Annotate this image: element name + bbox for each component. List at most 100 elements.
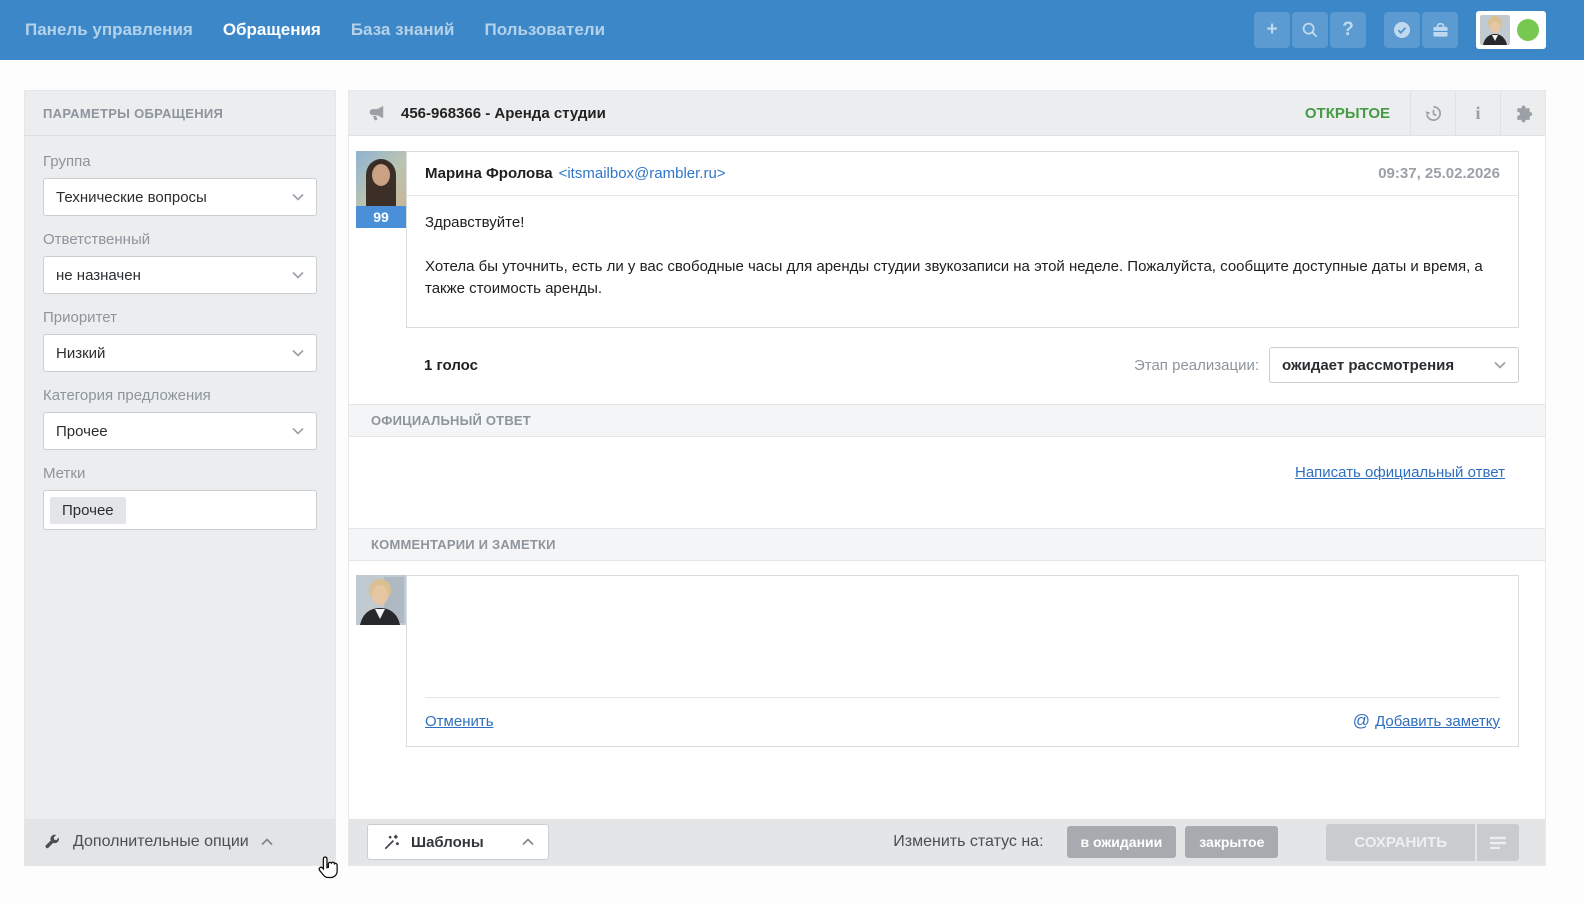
chevron-down-icon <box>292 349 304 357</box>
online-status-dot <box>1517 19 1539 41</box>
additional-options-toggle[interactable]: Дополнительные опции <box>25 819 335 865</box>
chevron-down-icon <box>1494 361 1506 369</box>
at-icon: @ <box>1353 711 1370 731</box>
user-menu[interactable] <box>1476 11 1546 49</box>
content-area: ПАРАМЕТРЫ ОБРАЩЕНИЯ Группа Технические в… <box>0 60 1584 866</box>
ticket-body: 99 Марина Фролова <itsmailbox@rambler.ru… <box>349 136 1545 819</box>
info-icon: i <box>1475 103 1480 124</box>
priority-value: Низкий <box>56 345 105 362</box>
hamburger-icon <box>1489 835 1507 849</box>
add-button[interactable]: + <box>1254 12 1290 48</box>
customer-avatar-block: 99 <box>356 151 406 328</box>
agent-avatar <box>356 575 406 625</box>
sidebar-title: ПАРАМЕТРЫ ОБРАЩЕНИЯ <box>25 91 335 136</box>
group-value: Технические вопросы <box>56 189 207 206</box>
additional-options-label: Дополнительные опции <box>73 833 249 851</box>
chevron-up-icon <box>261 838 273 846</box>
search-button[interactable] <box>1292 12 1328 48</box>
priority-label: Приоритет <box>43 309 317 326</box>
message-card: Марина Фролова <itsmailbox@rambler.ru> 0… <box>406 151 1519 328</box>
comment-textarea[interactable] <box>407 576 1518 697</box>
templates-button[interactable]: Шаблоны <box>367 824 549 860</box>
history-button[interactable] <box>1410 91 1455 135</box>
tags-input[interactable]: Прочее <box>43 490 317 530</box>
ticket-count-badge: 99 <box>356 206 406 228</box>
votes-row: 1 голос Этап реализации: ожидает рассмот… <box>349 328 1545 383</box>
comment-editor-card: Отменить @ Добавить заметку <box>406 575 1519 747</box>
message-author-email[interactable]: <itsmailbox@rambler.ru> <box>559 165 726 182</box>
integrations-button[interactable] <box>1500 91 1545 135</box>
category-value: Прочее <box>56 423 108 440</box>
message-text: Хотела бы уточнить, есть ли у вас свобод… <box>425 256 1500 300</box>
approvals-button[interactable] <box>1384 12 1420 48</box>
tags-label: Метки <box>43 465 317 482</box>
save-button-group: СОХРАНИТЬ <box>1326 824 1519 861</box>
topbar-actions: + ? <box>1252 11 1546 49</box>
ticket-parameters-sidebar: ПАРАМЕТРЫ ОБРАЩЕНИЯ Группа Технические в… <box>24 90 336 866</box>
magic-wand-icon <box>382 833 401 852</box>
stage-select[interactable]: ожидает рассмотрения <box>1269 347 1519 383</box>
puzzle-icon <box>1514 104 1533 123</box>
message-author: Марина Фролова <box>425 165 553 182</box>
official-answer-area: Написать официальный ответ <box>349 437 1545 507</box>
ticket-header-actions: ОТКРЫТОЕ i <box>1305 91 1545 135</box>
change-status-label: Изменить статус на: <box>893 833 1043 851</box>
priority-select[interactable]: Низкий <box>43 334 317 372</box>
nav-dashboard[interactable]: Панель управления <box>25 20 193 40</box>
category-select[interactable]: Прочее <box>43 412 317 450</box>
comments-header: КОММЕНТАРИИ И ЗАМЕТКИ <box>349 528 1545 561</box>
user-avatar <box>1480 15 1510 45</box>
help-button[interactable]: ? <box>1330 12 1366 48</box>
add-note-label: Добавить заметку <box>1375 713 1500 730</box>
ticket-panel: 456-968366 - Аренда студии ОТКРЫТОЕ i <box>348 90 1546 866</box>
megaphone-icon <box>367 103 388 124</box>
briefcase-icon <box>1431 21 1450 40</box>
add-note-link[interactable]: @ Добавить заметку <box>1353 711 1500 731</box>
stage-label: Этап реализации: <box>1134 357 1259 374</box>
official-answer-header: ОФИЦИАЛЬНЫЙ ОТВЕТ <box>349 404 1545 437</box>
new-comment: Отменить @ Добавить заметку <box>349 561 1545 747</box>
nav-users[interactable]: Пользователи <box>484 20 605 40</box>
save-options-button[interactable] <box>1477 824 1519 861</box>
votes-count: 1 голос <box>424 357 478 374</box>
customer-avatar <box>356 151 406 206</box>
templates-label: Шаблоны <box>411 834 484 851</box>
top-navigation-bar: Панель управления Обращения База знаний … <box>0 0 1584 60</box>
question-icon: ? <box>1342 19 1354 41</box>
chevron-down-icon <box>292 271 304 279</box>
assignee-select[interactable]: не назначен <box>43 256 317 294</box>
ticket-header: 456-968366 - Аренда студии ОТКРЫТОЕ i <box>349 91 1545 136</box>
badge-check-icon <box>1392 20 1412 40</box>
search-icon <box>1301 21 1319 39</box>
nav-tickets[interactable]: Обращения <box>223 20 321 40</box>
save-button[interactable]: СОХРАНИТЬ <box>1326 824 1475 861</box>
status-pending-button[interactable]: в ожидании <box>1067 826 1177 858</box>
write-official-answer-link[interactable]: Написать официальный ответ <box>1295 464 1505 481</box>
history-icon <box>1424 104 1443 123</box>
customer-message: 99 Марина Фролова <itsmailbox@rambler.ru… <box>349 136 1545 328</box>
agent-avatar-block <box>356 575 406 747</box>
stage-value: ожидает рассмотрения <box>1282 357 1454 374</box>
group-select[interactable]: Технические вопросы <box>43 178 317 216</box>
info-button[interactable]: i <box>1455 91 1500 135</box>
plus-icon: + <box>1266 19 1277 41</box>
chevron-up-icon <box>522 838 534 846</box>
category-label: Категория предложения <box>43 387 317 404</box>
workspace-button[interactable] <box>1422 12 1458 48</box>
message-greeting: Здравствуйте! <box>425 212 1500 234</box>
chevron-down-icon <box>292 427 304 435</box>
ticket-footer-bar: Шаблоны Изменить статус на: в ожидании з… <box>349 819 1545 865</box>
message-body: Здравствуйте! Хотела бы уточнить, есть л… <box>407 196 1518 327</box>
wrench-icon <box>43 833 61 851</box>
main-nav: Панель управления Обращения База знаний … <box>25 20 605 40</box>
cancel-link[interactable]: Отменить <box>425 713 494 730</box>
assignee-value: не назначен <box>56 267 141 284</box>
ticket-title: 456-968366 - Аренда студии <box>401 105 606 122</box>
group-label: Группа <box>43 153 317 170</box>
tag-chip[interactable]: Прочее <box>50 497 126 524</box>
status-closed-button[interactable]: закрытое <box>1185 826 1278 858</box>
chevron-down-icon <box>292 193 304 201</box>
message-header: Марина Фролова <itsmailbox@rambler.ru> 0… <box>407 152 1518 196</box>
comment-actions: Отменить @ Добавить заметку <box>407 698 1518 746</box>
nav-knowledge-base[interactable]: База знаний <box>351 20 455 40</box>
